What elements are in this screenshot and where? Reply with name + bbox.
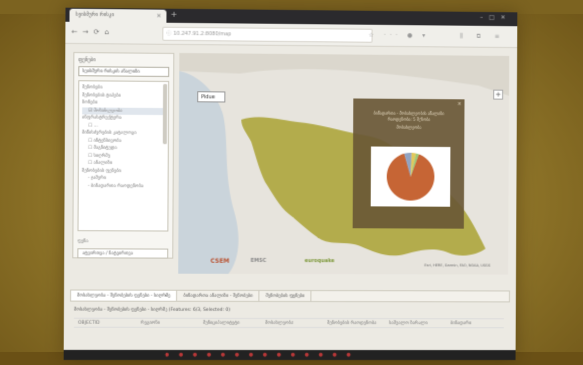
table-tab[interactable]: შენობების ფენები	[259, 290, 312, 303]
map-view[interactable]: Pidue + × ბინადართა - მოსახლეობის ანალიზ…	[178, 52, 510, 275]
layer-panel-title: ფენები	[78, 57, 96, 64]
layer-list-scrollbar[interactable]	[162, 83, 168, 145]
info-popup: × ბინადართა - მოსახლეობის ანალიზი რაოდენ…	[352, 98, 465, 229]
browser-tab-title: სეისმური რისკი	[75, 11, 115, 19]
csem-logo: CSEM	[210, 257, 230, 265]
info-icon: ⓘ	[166, 30, 172, 37]
popup-text: ბინადართა - მოსახლეობის ანალიზი რაოდენობ…	[373, 110, 445, 122]
layer-label: ფენა	[77, 239, 89, 245]
euroquake-logo: euroquake	[304, 258, 335, 265]
pie-chart-frame	[370, 146, 451, 207]
browser-toolbar: ←→⟳⌂ ⓘ 10.247.91.2:8080/map ☆ ··· ● ▾ ⫼ …	[65, 21, 518, 49]
layer-item[interactable]: - ბინადართა რაოდენობა	[82, 182, 165, 190]
menu-icon[interactable]: ⫼ ⧉ ≡	[460, 33, 505, 41]
table-tab[interactable]: მოსახლეობა - შენობების ფენები - სიღრმე	[71, 290, 178, 302]
navigation-icons[interactable]: ←→⟳⌂	[71, 28, 114, 36]
attribute-table-tabs: მოსახლეობა - შენობების ფენები - სიღრმე ბი…	[70, 289, 510, 303]
table-column-header[interactable]: შენობების რაოდენობა	[327, 321, 376, 326]
table-tab[interactable]: ბინადართა ანალიზი - შენობები	[177, 290, 260, 302]
layer-list[interactable]: შენობები შენობების ტიპები ზონები ☑ მოსახლეო…	[77, 80, 170, 232]
table-column-header[interactable]: ბინადარი	[450, 321, 471, 326]
layer-panel: ფენები სეისმური რისკის ანალიზი შენობები შ…	[72, 52, 175, 259]
table-caption: მოსახლეობა - შენობების ფენები - სიღრმე (…	[74, 307, 231, 313]
pie-chart	[386, 152, 435, 201]
close-icon[interactable]: ✕	[156, 10, 161, 23]
emsc-logo: EMSC	[250, 257, 267, 264]
close-icon[interactable]: ×	[457, 101, 461, 107]
window-controls-icon[interactable]: –□✕	[480, 14, 511, 21]
table-column-header[interactable]: მოსახლეობა	[265, 321, 293, 326]
popup-subtitle: მოსახლეობა	[396, 124, 422, 130]
taskbar-apps-icon[interactable]: ● ● ● ● ● ● ● ● ● ● ● ● ● ●	[165, 352, 355, 358]
projected-screen: სეისმური რისკი ✕ + –□✕ ←→⟳⌂ ⓘ 10.247.91.…	[63, 7, 518, 361]
table-column-header[interactable]: OBJECTID	[78, 321, 100, 326]
table-column-header[interactable]: საშუალო ზარალი	[389, 321, 428, 326]
table-column-header[interactable]: მუნიციპალიტეტი	[203, 321, 240, 326]
zoom-in-button[interactable]: +	[493, 89, 504, 100]
map-attribution: Esri, HERE, Garmin, FAO, NOAA, USGS	[424, 263, 491, 268]
table-column-header[interactable]: რეგიონი	[141, 321, 160, 326]
table-header: OBJECTID რეგიონი მუნიციპალიტეტი მოსახლეობა შ…	[73, 317, 504, 329]
upload-button[interactable]: ატვირთვა / ჩატვირთვა	[77, 248, 169, 259]
url-bar[interactable]: ⓘ 10.247.91.2:8080/map	[162, 26, 373, 43]
basemap-select[interactable]: Pidue	[197, 91, 226, 103]
relief-hills	[179, 52, 510, 96]
layer-group-select[interactable]: სეისმური რისკის ანალიზი	[78, 66, 170, 77]
taskbar: ● ● ● ● ● ● ● ● ● ● ● ● ● ●	[63, 349, 516, 361]
bookmark-icon[interactable]: ☆ ··· ● ▾	[369, 32, 430, 40]
browser-tab[interactable]: სეისმური რისკი ✕	[69, 8, 167, 23]
new-tab-icon[interactable]: +	[170, 10, 177, 19]
layer-item[interactable]: მიწისძვრების კატალოგი	[82, 130, 165, 138]
url-text: 10.247.91.2:8080/map	[173, 30, 232, 38]
